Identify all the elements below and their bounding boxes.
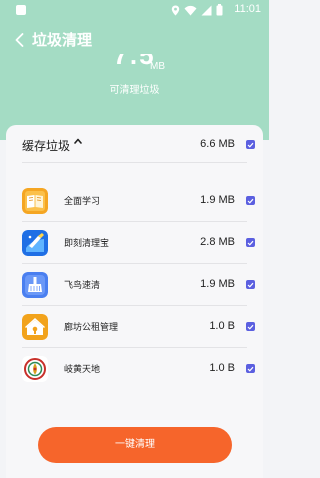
junk-size-unit: MB bbox=[150, 61, 165, 72]
back-button[interactable] bbox=[10, 30, 28, 50]
item-checkbox[interactable] bbox=[246, 238, 255, 247]
list-item[interactable]: 飞鸟速清 1.9 MB bbox=[22, 264, 255, 306]
page-title: 垃圾清理 bbox=[32, 31, 93, 49]
notification-icon bbox=[16, 5, 26, 15]
cache-junk-total: 6.6 MB bbox=[200, 138, 235, 150]
item-checkbox[interactable] bbox=[246, 196, 255, 205]
item-checkbox[interactable] bbox=[246, 364, 255, 373]
list-item[interactable]: 即刻清理宝 2.8 MB bbox=[22, 222, 255, 264]
cleaner-app-icon bbox=[22, 230, 48, 256]
house-app-icon bbox=[22, 314, 48, 340]
junk-subtitle: 可清理垃圾 bbox=[109, 85, 160, 96]
app-junk-size: 1.0 B bbox=[209, 320, 235, 332]
list-item[interactable]: 全面学习 1.9 MB bbox=[22, 180, 255, 222]
cache-junk-checkbox[interactable] bbox=[246, 140, 255, 149]
app-name: 即刻清理宝 bbox=[64, 239, 110, 249]
cache-junk-header[interactable]: 缓存垃圾 6.6 MB bbox=[22, 125, 255, 163]
book-app-icon bbox=[22, 188, 48, 214]
app-junk-size: 1.9 MB bbox=[200, 194, 235, 206]
app-junk-size: 1.0 B bbox=[209, 362, 235, 374]
check-icon bbox=[247, 142, 254, 148]
status-icons bbox=[171, 3, 223, 17]
wifi-icon bbox=[184, 5, 197, 15]
one-click-clean-button[interactable]: 一键清理 bbox=[38, 427, 232, 463]
item-checkbox[interactable] bbox=[246, 322, 255, 331]
check-icon bbox=[247, 366, 254, 372]
list-item[interactable]: 廊坊公租管理 1.0 B bbox=[22, 306, 255, 348]
app-name: 飞鸟速清 bbox=[64, 281, 101, 291]
check-icon bbox=[247, 282, 254, 288]
check-icon bbox=[247, 240, 254, 246]
status-time: 11:01 bbox=[234, 3, 261, 15]
app-name: 全面学习 bbox=[64, 197, 101, 207]
item-checkbox[interactable] bbox=[246, 280, 255, 289]
header-banner: 11:01 垃圾清理 7.5 MB 可清理垃圾 bbox=[0, 0, 269, 140]
battery-icon bbox=[216, 4, 223, 16]
check-icon bbox=[247, 324, 254, 330]
broom-app-icon bbox=[22, 272, 48, 298]
junk-size-readout: 7.5 bbox=[0, 54, 269, 74]
check-icon bbox=[247, 198, 254, 204]
app-junk-size: 1.9 MB bbox=[200, 278, 235, 290]
status-bar: 11:01 bbox=[0, 0, 269, 22]
seal-app-icon bbox=[22, 356, 48, 382]
app-junk-size: 2.8 MB bbox=[200, 236, 235, 248]
location-icon bbox=[171, 5, 180, 15]
chevron-left-icon bbox=[15, 33, 23, 47]
list-item[interactable]: 岐黄天地 1.0 B bbox=[22, 348, 255, 390]
chevron-up-icon[interactable] bbox=[74, 138, 82, 144]
junk-list-card: 缓存垃圾 6.6 MB 全面学习 1.9 MB 即刻清理宝 2.8 MB 飞鸟速… bbox=[6, 125, 263, 478]
cache-junk-label: 缓存垃圾 bbox=[22, 139, 71, 153]
app-name: 廊坊公租管理 bbox=[64, 323, 119, 333]
app-name: 岐黄天地 bbox=[64, 365, 101, 375]
signal-icon bbox=[201, 5, 212, 15]
top-bar: 垃圾清理 bbox=[0, 26, 269, 54]
